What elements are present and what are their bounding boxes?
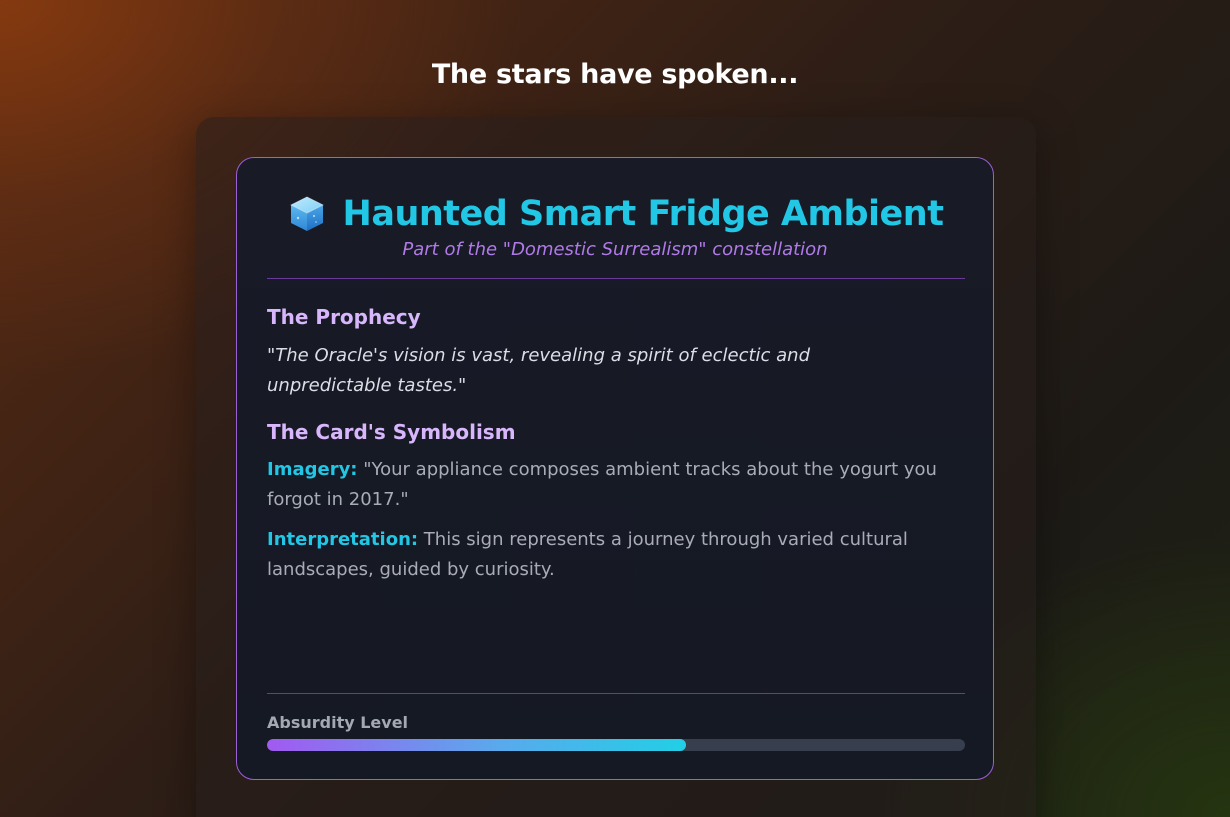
card-title: Haunted Smart Fridge Ambient: [342, 194, 944, 234]
imagery-text: "Your appliance composes ambient tracks …: [267, 459, 937, 510]
absurdity-meter: [267, 739, 965, 751]
absurdity-label: Absurdity Level: [267, 713, 409, 732]
footer-divider: [267, 693, 965, 694]
card-header: Haunted Smart Fridge Ambient Part of the…: [237, 191, 993, 260]
card-title-row: Haunted Smart Fridge Ambient: [237, 191, 993, 237]
prophecy-heading: The Prophecy: [267, 305, 421, 329]
symbolism-heading: The Card's Symbolism: [267, 420, 516, 444]
header-divider: [267, 278, 965, 279]
ice-cube-icon: [287, 194, 327, 234]
imagery-label: Imagery:: [267, 459, 358, 480]
imagery-paragraph: Imagery: "Your appliance composes ambien…: [267, 455, 937, 515]
prophecy-text: "The Oracle's vision is vast, revealing …: [267, 345, 811, 396]
absurdity-meter-fill: [267, 739, 686, 751]
interpretation-paragraph: Interpretation: This sign represents a j…: [267, 525, 937, 585]
page-heading: The stars have spoken...: [431, 59, 799, 90]
interpretation-label: Interpretation:: [267, 529, 419, 550]
card-subtitle: Part of the "Domestic Surrealism" conste…: [402, 239, 828, 260]
oracle-card: Haunted Smart Fridge Ambient Part of the…: [236, 157, 994, 780]
